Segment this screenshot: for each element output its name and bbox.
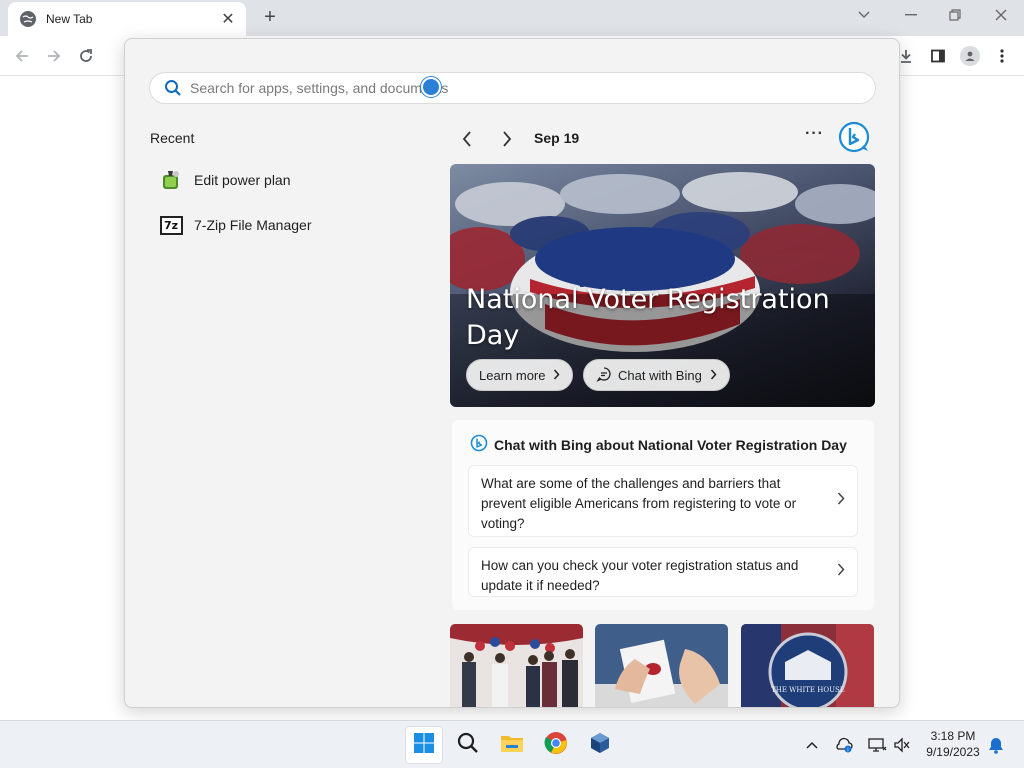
power-plan-icon (159, 168, 183, 192)
kebab-menu-icon[interactable] (990, 44, 1014, 68)
side-panel-icon[interactable] (926, 44, 950, 68)
search-box[interactable] (149, 72, 876, 104)
virtualbox-icon (588, 731, 612, 760)
chat-card-heading-text: Chat with Bing about National Voter Regi… (494, 436, 847, 453)
7zip-icon-wrap: 7z (159, 213, 183, 237)
tab-title: New Tab (46, 12, 93, 26)
chat-bubble-icon (596, 366, 612, 385)
search-icon (457, 732, 479, 759)
back-arrow-icon[interactable] (10, 44, 34, 68)
hero-title: National Voter Registration Day (466, 284, 830, 351)
notification-bell-icon[interactable] (986, 735, 1006, 755)
chrome-icon (544, 731, 568, 760)
chevron-right-icon (837, 562, 845, 582)
display-network-icon[interactable] (866, 735, 888, 755)
onedrive-status-icon[interactable]: i (834, 735, 854, 755)
folder-icon (500, 732, 524, 759)
file-explorer-button[interactable] (493, 726, 531, 764)
chevron-right-icon (553, 368, 560, 383)
system-clock[interactable]: 3:18 PM 9/19/2023 (920, 728, 986, 760)
more-options-icon[interactable]: ··· (805, 125, 824, 143)
chat-suggestion-2[interactable]: How can you check your voter registratio… (468, 547, 858, 597)
thumbnail-voters-at-booths[interactable] (450, 624, 583, 707)
chevron-right-icon (710, 368, 717, 383)
next-arrow-icon[interactable] (495, 127, 519, 151)
person-icon (960, 46, 980, 66)
taskbar: i 3:18 PM 9/19/2023 (0, 720, 1024, 768)
recent-item-label: 7-Zip File Manager (194, 217, 312, 233)
chat-with-bing-button[interactable]: Chat with Bing (583, 359, 730, 391)
search-icon (164, 79, 182, 97)
minimize-icon[interactable] (896, 4, 926, 26)
chat-card-heading: Chat with Bing about National Voter Regi… (470, 434, 847, 455)
search-input[interactable] (190, 80, 790, 96)
7zip-icon: 7z (159, 215, 183, 235)
thumbnail-white-house-seal[interactable]: THE WHITE HOUSE (741, 624, 874, 707)
white-house-text: THE WHITE HOUSE (771, 686, 845, 694)
recent-item-7zip-file-manager[interactable]: 7z 7-Zip File Manager (159, 210, 312, 240)
clock-date: 9/19/2023 (926, 745, 980, 759)
chat-with-bing-label: Chat with Bing (618, 367, 702, 383)
forward-arrow-icon[interactable] (42, 44, 66, 68)
mouse-cursor-indicator (421, 77, 441, 97)
learn-more-label: Learn more (479, 367, 546, 383)
recent-item-edit-power-plan[interactable]: Edit power plan (159, 165, 291, 195)
windows-search-panel: Recent Edit power plan 7z 7-Zip File Man… (124, 38, 900, 708)
profile-avatar[interactable] (958, 44, 982, 68)
clock-time: 3:18 PM (930, 729, 976, 743)
browser-tab-new-tab[interactable]: New Tab ✕ (8, 2, 246, 36)
chevron-right-icon (837, 491, 845, 511)
chat-suggestion-text: How can you check your voter registratio… (481, 558, 799, 593)
start-button[interactable] (405, 726, 443, 764)
previous-arrow-icon[interactable] (455, 127, 479, 151)
recent-heading: Recent (150, 130, 195, 146)
globe-icon (20, 11, 36, 27)
recent-item-label: Edit power plan (194, 172, 291, 188)
chrome-button[interactable] (537, 726, 575, 764)
svg-text:i: i (847, 748, 848, 754)
bing-small-logo-icon (470, 434, 488, 455)
restore-icon[interactable] (940, 4, 970, 26)
thumbnail-ballot-box[interactable] (595, 624, 728, 707)
show-hidden-icons-chevron-icon[interactable] (804, 735, 820, 755)
volume-muted-icon[interactable] (892, 735, 912, 755)
spotlight-date: Sep 19 (534, 130, 580, 146)
learn-more-button[interactable]: Learn more (466, 359, 574, 391)
tab-strip: New Tab ✕ + (0, 0, 1024, 36)
taskbar-search-button[interactable] (449, 726, 487, 764)
bing-chat-suggestions-card: Chat with Bing about National Voter Regi… (452, 420, 874, 610)
new-tab-button[interactable]: + (258, 5, 282, 29)
close-window-icon[interactable] (986, 4, 1016, 26)
reload-icon[interactable] (74, 44, 98, 68)
tab-close-icon[interactable]: ✕ (220, 9, 236, 29)
tab-search-chevron-icon[interactable] (849, 4, 879, 26)
bing-chat-logo-icon[interactable] (838, 121, 870, 153)
spotlight-hero-card[interactable]: VOTE National Voter Registration Day Lea… (450, 164, 875, 407)
virtualbox-button[interactable] (581, 726, 619, 764)
chat-suggestion-text: What are some of the challenges and barr… (481, 476, 797, 531)
chat-suggestion-1[interactable]: What are some of the challenges and barr… (468, 465, 858, 537)
windows-logo-icon (413, 732, 435, 759)
